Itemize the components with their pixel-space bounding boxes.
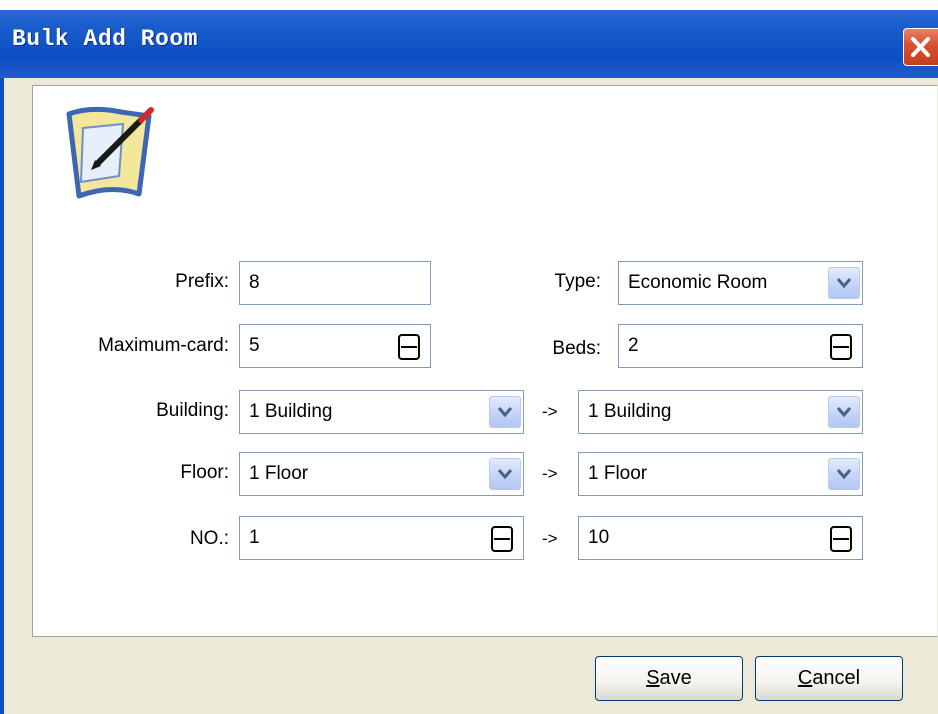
save-button[interactable]: Save — [595, 656, 743, 701]
floor-range-separator: -> — [542, 464, 558, 483]
dialog-title: Bulk Add Room — [12, 26, 198, 52]
save-label-rest: ave — [659, 667, 692, 689]
spin-up-down-icon[interactable] — [491, 526, 513, 552]
building-to-value: 1 Building — [588, 401, 672, 422]
chevron-down-icon — [836, 278, 852, 289]
building-range-separator: -> — [542, 402, 558, 421]
floor-label: Floor: — [180, 462, 229, 483]
floor-from-select[interactable]: 1 Floor — [239, 452, 524, 496]
close-icon — [911, 37, 930, 57]
chevron-down-icon — [836, 407, 852, 418]
close-button[interactable] — [903, 28, 938, 66]
maximum-card-field[interactable] — [239, 324, 431, 368]
building-from-value: 1 Building — [249, 401, 333, 422]
chevron-down-icon — [497, 407, 513, 418]
beds-field[interactable] — [618, 324, 863, 368]
type-value: Economic Room — [628, 272, 768, 293]
prefix-label: Prefix: — [175, 271, 229, 292]
spin-up-down-icon[interactable] — [398, 334, 420, 360]
number-to-input[interactable] — [579, 517, 862, 559]
building-to-select[interactable]: 1 Building — [578, 390, 863, 434]
number-from-field[interactable] — [239, 516, 524, 560]
number-to-field[interactable] — [578, 516, 863, 560]
prefix-input[interactable] — [240, 262, 430, 304]
floor-from-dropdown-button[interactable] — [489, 458, 521, 490]
floor-to-value: 1 Floor — [588, 463, 648, 484]
form-panel: Prefix: Type: Economic Room Maximum-card… — [32, 85, 937, 637]
building-to-dropdown-button[interactable] — [828, 396, 860, 428]
chevron-down-icon — [836, 469, 852, 480]
number-from-input[interactable] — [240, 517, 523, 559]
type-label: Type: — [554, 271, 601, 292]
number-range-separator: -> — [542, 529, 558, 548]
floor-to-dropdown-button[interactable] — [828, 458, 860, 490]
floor-from-value: 1 Floor — [249, 463, 309, 484]
building-from-dropdown-button[interactable] — [489, 396, 521, 428]
building-label: Building: — [156, 400, 229, 421]
maximum-card-label: Maximum-card: — [98, 335, 229, 356]
spin-up-down-icon[interactable] — [830, 334, 852, 360]
title-bar[interactable]: Bulk Add Room — [0, 10, 938, 78]
beds-input[interactable] — [619, 325, 862, 367]
type-select[interactable]: Economic Room — [618, 261, 863, 305]
bulk-add-room-dialog: Bulk Add Room Prefix: Type: Economic Roo… — [0, 0, 938, 714]
cancel-button[interactable]: Cancel — [755, 656, 903, 701]
edit-document-icon — [66, 106, 154, 199]
number-label: NO.: — [189, 528, 229, 549]
cancel-mnemonic: C — [797, 667, 813, 689]
spin-up-down-icon[interactable] — [830, 526, 852, 552]
beds-label: Beds: — [552, 338, 601, 359]
save-mnemonic: S — [646, 667, 660, 689]
floor-to-select[interactable]: 1 Floor — [578, 452, 863, 496]
type-dropdown-button[interactable] — [828, 267, 860, 299]
prefix-field[interactable] — [239, 261, 431, 305]
chevron-down-icon — [497, 469, 513, 480]
building-from-select[interactable]: 1 Building — [239, 390, 524, 434]
cancel-label-rest: ancel — [812, 667, 861, 689]
